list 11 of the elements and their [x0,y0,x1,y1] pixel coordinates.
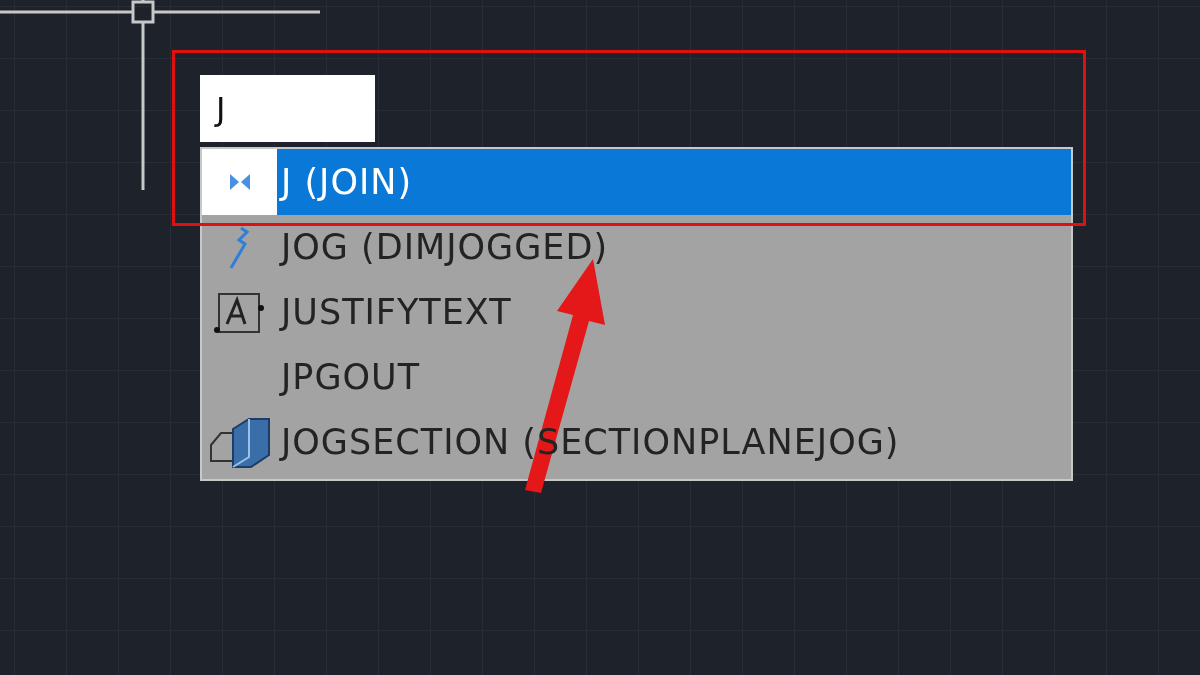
suggestion-label: JPGOUT [278,356,421,400]
suggestion-item[interactable]: JOG (DIMJOGGED) [202,215,1071,280]
suggestion-label: JOG (DIMJOGGED) [278,226,609,270]
suggestion-item[interactable]: J (JOIN) [202,149,1071,215]
join-icon [228,173,251,191]
suggestion-item[interactable]: JPGOUT [202,345,1071,410]
command-input[interactable]: J [200,75,375,142]
suggestion-item[interactable]: JUSTIFYTEXT [202,280,1071,345]
suggestion-label: J (JOIN) [278,160,413,204]
suggestion-label: JUSTIFYTEXT [278,291,512,335]
section-plane-icon [208,416,271,469]
